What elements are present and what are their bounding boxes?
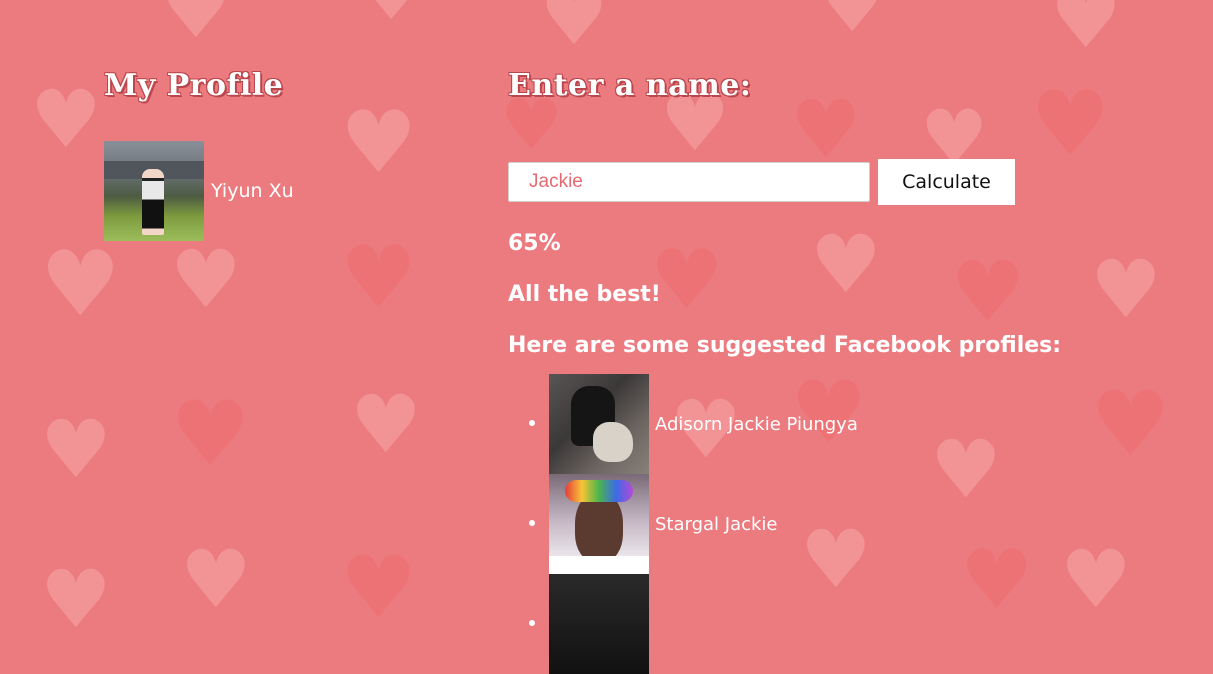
- suggestion-name[interactable]: Stargal Jackie: [655, 514, 778, 535]
- heart-icon: ♥: [180, 533, 252, 626]
- result-message: All the best!: [508, 282, 661, 307]
- heart-icon: ♥: [340, 228, 418, 328]
- profile-name: Yiyun Xu: [211, 180, 294, 202]
- profile-avatar: [104, 141, 204, 241]
- heart-icon: ♥: [350, 378, 422, 471]
- enter-name-title: Enter a name:: [508, 68, 752, 103]
- suggestion-avatar[interactable]: [549, 474, 649, 574]
- match-percent: 65%: [508, 231, 561, 256]
- heart-icon: ♥: [360, 0, 423, 30]
- heart-icon: ♥: [170, 233, 242, 326]
- suggestion-avatar[interactable]: [549, 374, 649, 474]
- my-profile-title: My Profile: [104, 68, 284, 103]
- list-item[interactable]: [529, 574, 1198, 674]
- calculator-section: Enter a name: Calculate 65% All the best…: [508, 68, 1198, 674]
- heart-icon: ♥: [40, 232, 121, 337]
- my-profile-section: My Profile Yiyun Xu: [104, 68, 464, 241]
- suggestions-list: Adisorn Jackie Piungya Stargal Jackie: [508, 374, 1198, 674]
- suggestions-title: Here are some suggested Facebook profile…: [508, 333, 1062, 358]
- list-item[interactable]: Stargal Jackie: [529, 474, 1198, 574]
- name-input[interactable]: [508, 162, 870, 202]
- heart-icon: ♥: [30, 73, 102, 166]
- calculate-button[interactable]: Calculate: [878, 159, 1015, 205]
- heart-icon: ♥: [40, 403, 112, 496]
- heart-icon: ♥: [1050, 0, 1122, 66]
- my-profile-card: Yiyun Xu: [104, 141, 464, 241]
- calculator-form: Calculate: [508, 159, 1198, 205]
- heart-icon: ♥: [160, 0, 232, 56]
- heart-icon: ♥: [40, 553, 112, 646]
- suggestion-name[interactable]: Adisorn Jackie Piungya: [655, 414, 858, 435]
- suggestion-avatar[interactable]: [549, 574, 649, 674]
- list-item[interactable]: Adisorn Jackie Piungya: [529, 374, 1198, 474]
- heart-icon: ♥: [820, 0, 885, 48]
- heart-icon: ♥: [170, 382, 251, 487]
- heart-icon: ♥: [340, 538, 418, 638]
- heart-icon: ♥: [540, 0, 609, 62]
